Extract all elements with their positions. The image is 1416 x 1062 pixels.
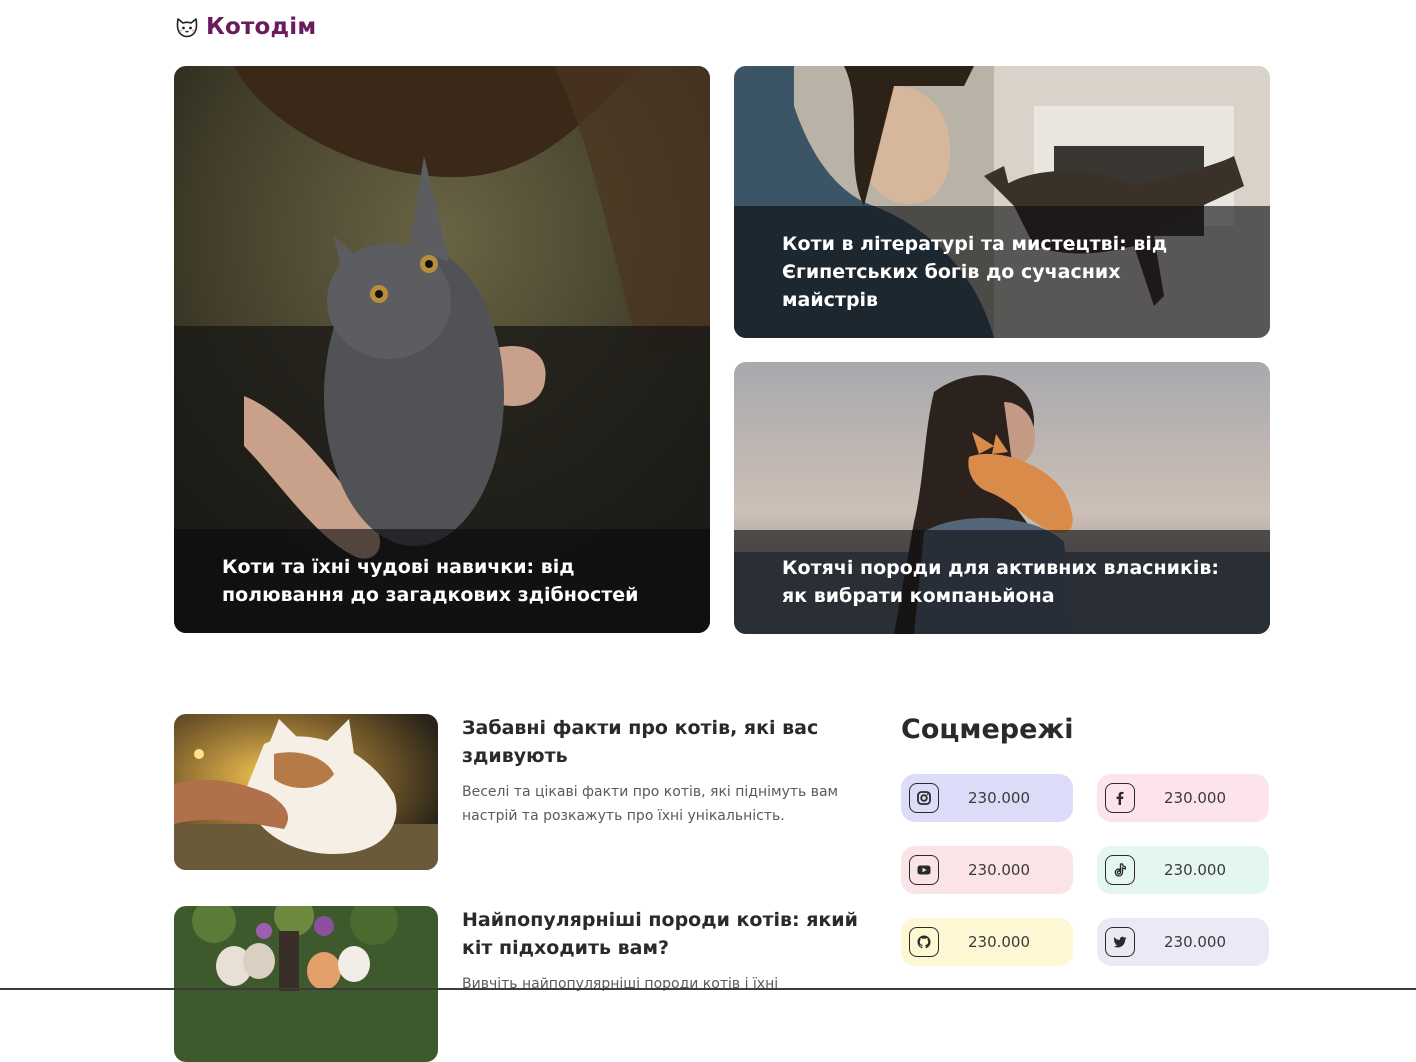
article-description: Веселі та цікаві факти про котів, які пі… [462,784,839,824]
follower-count: 230.000 [1163,933,1227,951]
social-link-facebook[interactable]: 230.000 [1097,774,1269,822]
youtube-icon [909,855,939,885]
github-icon [909,927,939,957]
kittens-in-garden-photo [174,906,438,1062]
follower-count: 230.000 [967,861,1031,879]
social-link-youtube[interactable]: 230.000 [901,846,1073,894]
facebook-icon [1105,783,1135,813]
hero-title: Котячі породи для активних власників: як… [782,557,1220,607]
social-section-title: Соцмережі [901,714,1074,745]
social-link-tiktok[interactable]: 230.000 [1097,846,1269,894]
article-list-item[interactable]: Найпопулярніші породи котів: який кіт пі… [174,906,874,1062]
article-thumbnail[interactable] [174,906,438,1062]
article-title[interactable]: Забавні факти про котів, які вас здивуют… [462,714,874,770]
tiktok-icon [1105,855,1135,885]
instagram-icon [909,783,939,813]
twitter-icon [1105,927,1135,957]
follower-count: 230.000 [1163,861,1227,879]
social-link-github[interactable]: 230.000 [901,918,1073,966]
social-link-instagram[interactable]: 230.000 [901,774,1073,822]
article-list-item[interactable]: Забавні факти про котів, які вас здивуют… [174,714,874,870]
hero-title: Коти в літературі та мистецтві: від Єгип… [782,233,1168,311]
article-title[interactable]: Найпопулярніші породи котів: який кіт пі… [462,906,874,962]
site-logo[interactable]: Котодім [174,14,316,40]
cat-being-petted-photo [174,714,438,870]
hero-title: Коти та їхні чудові навички: від полюван… [222,556,639,606]
hero-article-card[interactable]: Котячі породи для активних власників: як… [734,362,1270,634]
article-description: Вивчіть найпопулярніші породи котів і їх… [462,976,779,992]
hero-article-card[interactable]: Коти та їхні чудові навички: від полюван… [174,66,710,633]
hero-article-card[interactable]: Коти в літературі та мистецтві: від Єгип… [734,66,1270,338]
follower-count: 230.000 [1163,789,1227,807]
article-thumbnail[interactable] [174,714,438,870]
cat-face-icon [176,18,198,38]
follower-count: 230.000 [967,933,1031,951]
bottom-divider [0,988,1416,990]
social-link-twitter[interactable]: 230.000 [1097,918,1269,966]
brand-name: Котодім [206,14,317,40]
follower-count: 230.000 [967,789,1031,807]
